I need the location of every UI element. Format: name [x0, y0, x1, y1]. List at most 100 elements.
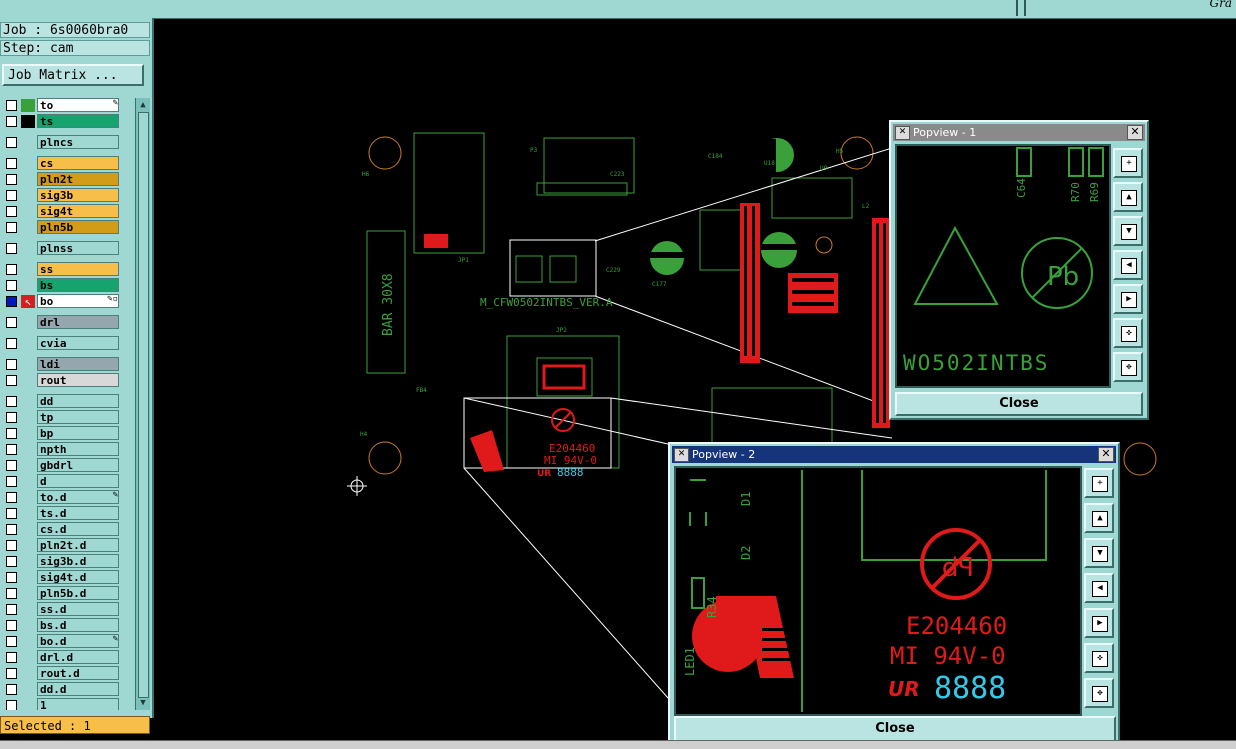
top-toolbar-field[interactable]: [0, 0, 1018, 16]
layer-checkbox[interactable]: [6, 100, 17, 111]
move-button[interactable]: ✥: [1084, 678, 1114, 708]
layer-row-sig3b[interactable]: sig3b: [1, 188, 134, 203]
layer-label[interactable]: ss.d: [37, 602, 119, 616]
layer-checkbox[interactable]: [6, 668, 17, 679]
layer-label[interactable]: npth: [37, 442, 119, 456]
layer-row-cs-d[interactable]: cs.d: [1, 522, 134, 537]
fit-view-button[interactable]: ✜: [1113, 318, 1143, 348]
layer-row-drl[interactable]: drl: [1, 315, 134, 330]
layer-row-cvia[interactable]: cvia: [1, 336, 134, 351]
layer-checkbox[interactable]: [6, 174, 17, 185]
layer-row-plncs[interactable]: plncs: [1, 135, 134, 150]
layer-row-to[interactable]: to ✎: [1, 98, 134, 113]
layer-label[interactable]: pln2t: [37, 172, 119, 186]
layer-checkbox[interactable]: [6, 338, 17, 349]
layer-checkbox[interactable]: [6, 359, 17, 370]
layer-label[interactable]: plncs: [37, 135, 119, 149]
layer-row-rout-d[interactable]: rout.d: [1, 666, 134, 681]
pan-down-button[interactable]: ▼: [1084, 538, 1114, 568]
layer-label[interactable]: sig3b.d: [37, 554, 119, 568]
layer-label[interactable]: ss: [37, 262, 119, 276]
layer-label[interactable]: sig4t.d: [37, 570, 119, 584]
pan-up-button[interactable]: ▲: [1084, 503, 1114, 533]
layer-row-bo-d[interactable]: bo.d ✎: [1, 634, 134, 649]
layer-row-sig3b-d[interactable]: sig3b.d: [1, 554, 134, 569]
layer-checkbox[interactable]: [6, 375, 17, 386]
layer-label[interactable]: to.d: [37, 490, 119, 504]
layer-label[interactable]: pln5b: [37, 220, 119, 234]
pan-right-button[interactable]: ▶: [1113, 284, 1143, 314]
layer-checkbox[interactable]: [6, 508, 17, 519]
popview-1-viewport[interactable]: C64 R70 R69 Pb WO502INTBS: [895, 144, 1111, 388]
layer-checkbox[interactable]: [6, 396, 17, 407]
layer-label[interactable]: to: [37, 98, 119, 112]
popview-2-close-button[interactable]: Close: [674, 716, 1116, 742]
layer-row-pln5b[interactable]: pln5b: [1, 220, 134, 235]
scroll-thumb[interactable]: [138, 112, 149, 698]
layer-row-ts[interactable]: ts: [1, 114, 134, 129]
layer-row-ss-d[interactable]: ss.d: [1, 602, 134, 617]
layer-label[interactable]: pln2t.d: [37, 538, 119, 552]
layer-label[interactable]: ts.d: [37, 506, 119, 520]
layer-checkbox[interactable]: [6, 428, 17, 439]
layer-row-pln2t[interactable]: pln2t: [1, 172, 134, 187]
popview-2-viewport[interactable]: Pb D1 D2 R34 LED1 E204460 MI 94V-0 UR 88…: [674, 466, 1082, 716]
scroll-down-arrow-icon[interactable]: ▼: [138, 698, 148, 708]
zoom-in-button[interactable]: +: [1084, 468, 1114, 498]
layer-label[interactable]: 1: [37, 698, 119, 710]
layer-row-bs[interactable]: bs: [1, 278, 134, 293]
layer-checkbox[interactable]: [6, 700, 17, 710]
layer-row-ldi[interactable]: ldi: [1, 357, 134, 372]
move-button[interactable]: ✥: [1113, 352, 1143, 382]
layer-row-gbdrl[interactable]: gbdrl: [1, 458, 134, 473]
layer-label[interactable]: dd.d: [37, 682, 119, 696]
popview-1-close-button[interactable]: Close: [895, 392, 1143, 416]
layer-checkbox[interactable]: [6, 460, 17, 471]
layer-label[interactable]: bs.d: [37, 618, 119, 632]
layer-row-pln2t-d[interactable]: pln2t.d: [1, 538, 134, 553]
pan-up-button[interactable]: ▲: [1113, 182, 1143, 212]
layer-label[interactable]: rout.d: [37, 666, 119, 680]
layer-row-drl-d[interactable]: drl.d: [1, 650, 134, 665]
layer-checkbox[interactable]: [6, 412, 17, 423]
pan-down-button[interactable]: ▼: [1113, 216, 1143, 246]
layer-row-sig4t-d[interactable]: sig4t.d: [1, 570, 134, 585]
layer-label[interactable]: gbdrl: [37, 458, 119, 472]
layer-checkbox[interactable]: [6, 540, 17, 551]
layer-label[interactable]: sig3b: [37, 188, 119, 202]
scroll-up-arrow-icon[interactable]: ▲: [138, 100, 148, 110]
pan-left-button[interactable]: ◀: [1084, 573, 1114, 603]
layer-label[interactable]: cvia: [37, 336, 119, 350]
layer-row-to-d[interactable]: to.d ✎: [1, 490, 134, 505]
layer-checkbox[interactable]: [6, 137, 17, 148]
layer-checkbox[interactable]: [6, 206, 17, 217]
layer-checkbox[interactable]: [6, 492, 17, 503]
layer-checkbox[interactable]: [6, 158, 17, 169]
zoom-in-button[interactable]: +: [1113, 148, 1143, 178]
layer-label[interactable]: bs: [37, 278, 119, 292]
popview-2-close-icon[interactable]: ✕: [1098, 447, 1114, 462]
layer-label[interactable]: d: [37, 474, 119, 488]
layer-checkbox[interactable]: [6, 572, 17, 583]
layer-label[interactable]: rout: [37, 373, 119, 387]
layer-label[interactable]: sig4t: [37, 204, 119, 218]
layer-checkbox[interactable]: [6, 222, 17, 233]
layer-checkbox[interactable]: [6, 588, 17, 599]
layer-label[interactable]: ts: [37, 114, 119, 128]
layer-checkbox[interactable]: [6, 296, 17, 307]
popview-1-titlebar[interactable]: ✕ Popview - 1 ✕: [893, 124, 1145, 141]
popview-1-close-icon[interactable]: ✕: [1127, 125, 1143, 140]
layer-checkbox[interactable]: [6, 652, 17, 663]
layer-list-scrollbar[interactable]: ▲ ▼: [135, 98, 150, 710]
fit-view-button[interactable]: ✜: [1084, 643, 1114, 673]
layer-label[interactable]: plnss: [37, 241, 119, 255]
pan-right-button[interactable]: ▶: [1084, 608, 1114, 638]
layer-row-bo[interactable]: ↖ bo ✎▫: [1, 294, 134, 309]
layer-row-npth[interactable]: npth: [1, 442, 134, 457]
layer-label[interactable]: bp: [37, 426, 119, 440]
layer-row-d[interactable]: d: [1, 474, 134, 489]
layer-row-rout[interactable]: rout: [1, 373, 134, 388]
layer-row-ss[interactable]: ss: [1, 262, 134, 277]
layer-checkbox[interactable]: [6, 620, 17, 631]
layer-row-pln5b-d[interactable]: pln5b.d: [1, 586, 134, 601]
